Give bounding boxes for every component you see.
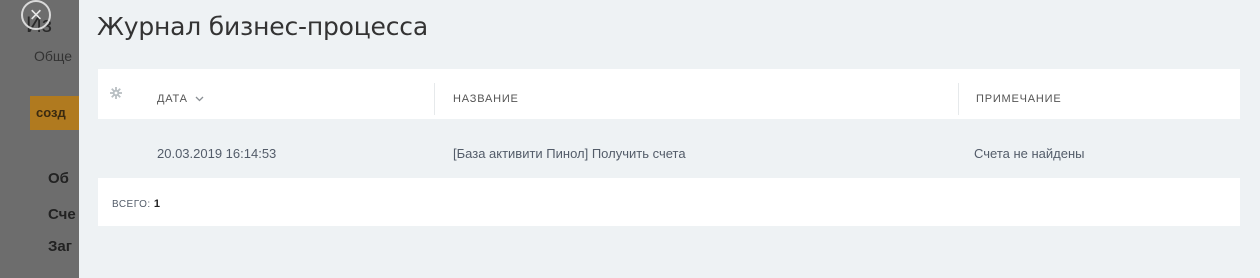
business-process-log-panel: Журнал бизнес-процесса ДАТА НАЗВАНИЕ ПРИ…: [79, 0, 1260, 278]
total-label: ВСЕГО:: [112, 199, 151, 210]
column-header-date[interactable]: ДАТА: [157, 93, 204, 105]
cell-note: Счета не найдены: [974, 146, 1085, 161]
gear-icon[interactable]: [110, 87, 122, 99]
page-title: Журнал бизнес-процесса: [97, 12, 428, 41]
column-header-name[interactable]: НАЗВАНИЕ: [453, 93, 519, 105]
column-divider: [958, 83, 959, 115]
cell-name: [База активити Пинол] Получить счета: [453, 146, 686, 161]
table-header: ДАТА НАЗВАНИЕ ПРИМЕЧАНИЕ: [98, 69, 1240, 122]
log-table: ДАТА НАЗВАНИЕ ПРИМЕЧАНИЕ 20.03.2019 16:1…: [98, 69, 1240, 226]
column-divider: [434, 83, 435, 115]
column-header-note[interactable]: ПРИМЕЧАНИЕ: [976, 93, 1062, 105]
total-count: 1: [153, 198, 161, 210]
background-nav-item: Заг: [48, 238, 72, 255]
background-nav-item: Об: [48, 170, 69, 187]
close-icon[interactable]: ×: [21, 0, 51, 30]
column-header-date-label: ДАТА: [157, 93, 188, 105]
chevron-down-icon: [192, 94, 205, 105]
background-page-subtitle: Обще: [34, 48, 73, 64]
cell-date: 20.03.2019 16:14:53: [157, 146, 277, 161]
table-row[interactable]: 20.03.2019 16:14:53 [База активити Пинол…: [98, 122, 1240, 178]
table-footer: ВСЕГО: 1: [112, 198, 161, 210]
background-nav-item: Сче: [48, 206, 76, 223]
